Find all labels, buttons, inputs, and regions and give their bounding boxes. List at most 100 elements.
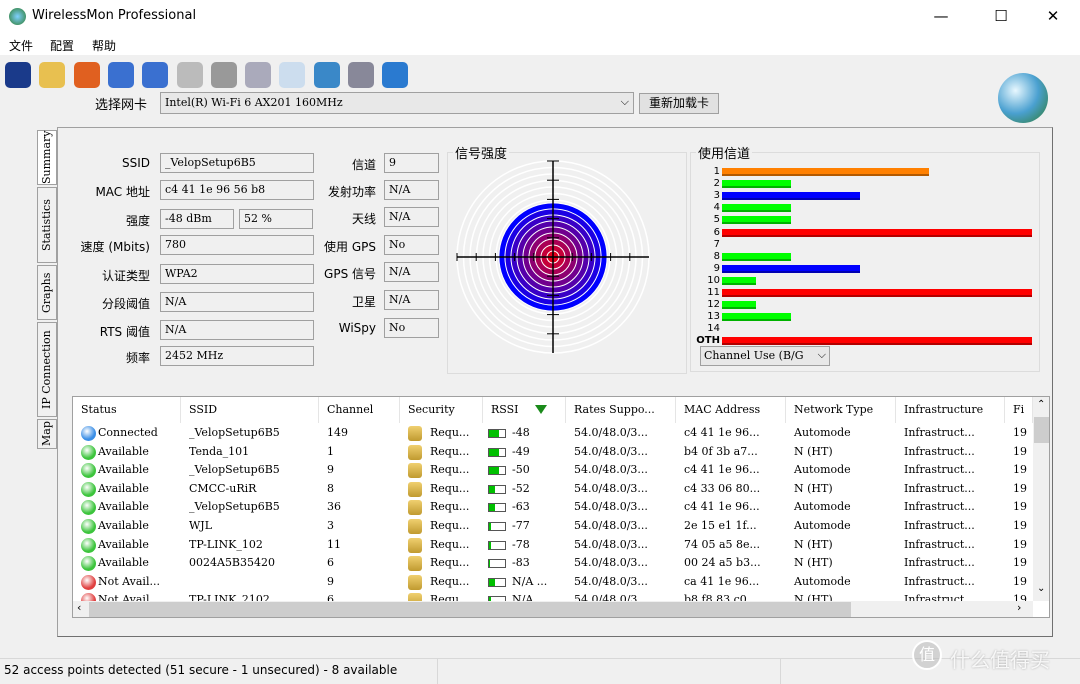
table-row[interactable]: Available 0024A5B35420 6 Requ... -83 54.0/48.… bbox=[73, 554, 1033, 572]
tab-map[interactable]: Map bbox=[37, 419, 57, 449]
table-row[interactable]: Connected _VelopSetup6B5 149 Requ... -48 54.0… bbox=[73, 424, 1033, 442]
cell-infra: Infrastruct... bbox=[904, 500, 975, 514]
channel-label: 5 bbox=[713, 214, 720, 226]
cell-infra: Infrastruct... bbox=[904, 481, 975, 495]
menu-help[interactable]: 帮助 bbox=[92, 37, 116, 54]
column-header[interactable]: RSSI bbox=[483, 397, 566, 423]
sort-descending-icon[interactable] bbox=[535, 405, 547, 414]
lock-icon bbox=[408, 463, 422, 479]
app-icon bbox=[9, 8, 26, 25]
tab-summary[interactable]: Summary bbox=[37, 130, 57, 185]
stop-log-icon[interactable] bbox=[210, 62, 237, 88]
table-row[interactable]: Not Avail... 9 Requ... N/A ... 54.0/48.0/3..… bbox=[73, 573, 1033, 591]
cell-ch: 6 bbox=[327, 556, 334, 570]
checklist-icon[interactable] bbox=[279, 62, 306, 88]
cell-type: N (HT) bbox=[794, 537, 833, 551]
cell-status: Available bbox=[98, 556, 149, 570]
nic-label: 选择网卡 bbox=[95, 98, 148, 113]
scroll-down-icon[interactable]: ⌄ bbox=[1037, 583, 1045, 594]
cell-sec: Requ... bbox=[430, 481, 470, 495]
scroll-up-icon[interactable]: ⌃ bbox=[1037, 399, 1045, 410]
menu-config[interactable]: 配置 bbox=[50, 37, 74, 54]
menu-file[interactable]: 文件 bbox=[9, 37, 33, 54]
scroll-left-icon[interactable]: ‹ bbox=[77, 601, 81, 614]
cell-fi: 19 bbox=[1013, 463, 1027, 477]
vertical-scrollbar[interactable]: ⌃ ⌄ bbox=[1033, 397, 1049, 601]
field-value: -48 dBm bbox=[160, 209, 234, 229]
channel-bar bbox=[722, 289, 1032, 297]
cell-status: Connected bbox=[98, 426, 158, 439]
table-row[interactable]: Available _VelopSetup6B5 9 Requ... -50 54.0/4… bbox=[73, 461, 1033, 479]
save-icon[interactable] bbox=[5, 62, 31, 88]
tab-graphs[interactable]: Graphs bbox=[37, 265, 57, 320]
tab-statistics[interactable]: Statistics bbox=[37, 187, 57, 263]
field-label: WiSpy bbox=[338, 321, 376, 335]
cell-rssi: -77 bbox=[512, 519, 530, 532]
column-header[interactable]: Infrastructure bbox=[896, 397, 1005, 423]
cell-sec: Requ... bbox=[430, 463, 470, 477]
signal-bar-fill bbox=[489, 504, 496, 512]
channel-use-select[interactable]: Channel Use (B/G ⌵ bbox=[700, 346, 830, 366]
maximize-button[interactable]: ☐ bbox=[978, 0, 1024, 33]
tab-ip-connection[interactable]: IP Connection bbox=[37, 322, 57, 417]
cell-sec: Requ... bbox=[430, 574, 470, 588]
status-icon bbox=[81, 444, 96, 460]
cell-sec: Requ... bbox=[430, 537, 470, 551]
column-header[interactable]: Fi bbox=[1005, 397, 1033, 423]
target-icon[interactable] bbox=[73, 62, 100, 88]
signal-bar bbox=[488, 447, 506, 457]
cell-rates: 54.0/48.0/3... bbox=[574, 537, 648, 551]
table-row[interactable]: Available WJL 3 Requ... -77 54.0/48.0/3... 2e … bbox=[73, 517, 1033, 535]
cell-ssid: _VelopSetup6B5 bbox=[189, 426, 280, 439]
horizontal-scroll-thumb[interactable] bbox=[89, 602, 851, 617]
cell-mac: c4 41 1e 96... bbox=[684, 500, 760, 514]
status-icon bbox=[81, 463, 96, 479]
disconnect-icon[interactable] bbox=[142, 62, 169, 88]
table-row[interactable]: Available Tenda_101 1 Requ... -49 54.0/48.0/3… bbox=[73, 443, 1033, 461]
column-header[interactable]: Network Type bbox=[786, 397, 896, 423]
cell-ch: 3 bbox=[327, 519, 334, 532]
reload-card-button[interactable]: 重新加载卡 bbox=[639, 93, 719, 114]
column-header[interactable]: Channel bbox=[319, 397, 400, 423]
table-row[interactable]: Available CMCC-uRiR 8 Requ... -52 54.0/48.0/3… bbox=[73, 480, 1033, 498]
field-value: WPA2 bbox=[160, 264, 314, 284]
signal-bar bbox=[488, 484, 506, 494]
horizontal-scrollbar[interactable]: ‹ › bbox=[73, 601, 1033, 617]
sign-icon[interactable] bbox=[245, 62, 272, 88]
field-value: 2452 MHz bbox=[160, 346, 314, 366]
vertical-scroll-thumb[interactable] bbox=[1034, 417, 1049, 443]
column-header[interactable]: SSID bbox=[181, 397, 319, 423]
status-icon bbox=[81, 537, 96, 553]
nic-select[interactable]: Intel(R) Wi-Fi 6 AX201 160MHz ⌵ bbox=[160, 92, 634, 114]
field-value: 780 bbox=[160, 235, 314, 255]
help-icon[interactable] bbox=[382, 62, 409, 88]
connect-icon[interactable] bbox=[107, 62, 134, 88]
column-header[interactable]: MAC Address bbox=[676, 397, 786, 423]
info-bubble-icon[interactable] bbox=[348, 62, 374, 88]
globe-icon[interactable] bbox=[313, 62, 340, 88]
column-header[interactable]: Security bbox=[400, 397, 483, 423]
channel-label: 12 bbox=[707, 299, 720, 311]
minimize-button[interactable]: — bbox=[918, 0, 964, 33]
column-header[interactable]: Rates Suppo... bbox=[566, 397, 676, 423]
column-header[interactable]: Status bbox=[73, 397, 181, 423]
channel-label: 13 bbox=[707, 311, 720, 323]
close-button[interactable]: ✕ bbox=[1030, 0, 1076, 33]
lock-icon bbox=[408, 556, 422, 572]
channel-bar bbox=[722, 204, 791, 213]
title-bar: WirelessMon Professional — ☐ ✕ bbox=[0, 0, 1080, 33]
cell-infra: Infrastruct... bbox=[904, 426, 975, 439]
open-folder-icon[interactable] bbox=[39, 62, 66, 88]
cell-mac: ca 41 1e 96... bbox=[684, 574, 760, 588]
play-log-icon[interactable] bbox=[176, 62, 203, 88]
cell-rates: 54.0/48.0/3... bbox=[574, 463, 648, 477]
channel-bar bbox=[722, 301, 757, 310]
channel-label: 3 bbox=[713, 190, 720, 202]
table-row[interactable]: Available _VelopSetup6B5 36 Requ... -63 54.0/… bbox=[73, 498, 1033, 516]
watermark-logo: 值 bbox=[912, 640, 942, 670]
scroll-right-icon[interactable]: › bbox=[1017, 601, 1021, 614]
table-row[interactable]: Available TP-LINK_102 11 Requ... -78 54.0/48.… bbox=[73, 536, 1033, 554]
lock-icon bbox=[408, 426, 422, 441]
channel-label: 6 bbox=[713, 226, 720, 238]
field-value: N/A bbox=[384, 290, 439, 310]
